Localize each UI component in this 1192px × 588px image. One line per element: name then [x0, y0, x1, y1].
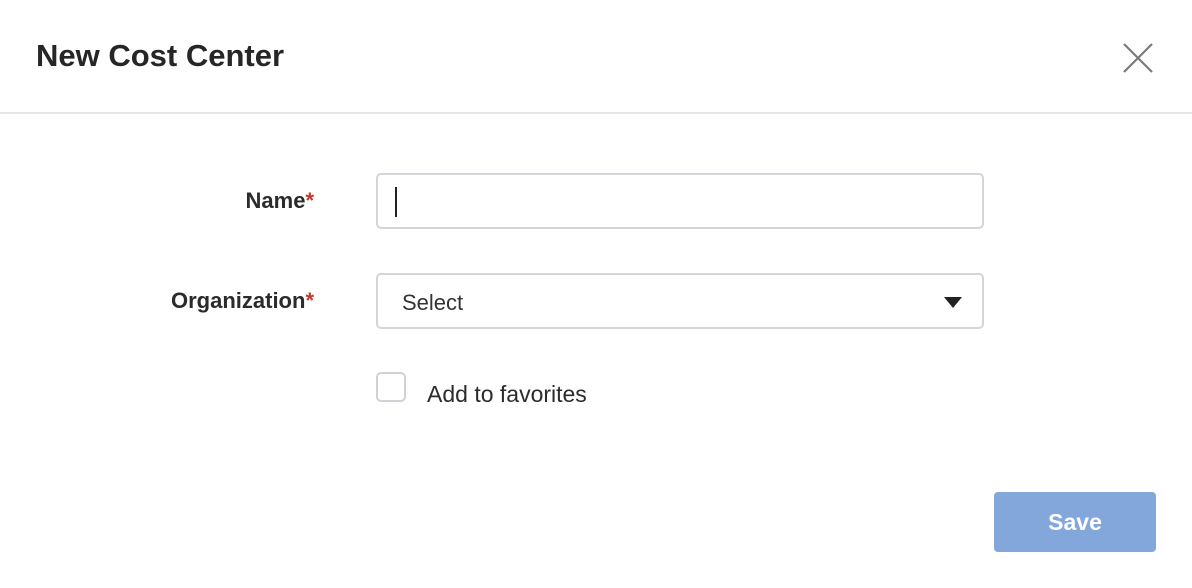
name-input[interactable] — [376, 173, 984, 229]
dialog-header: New Cost Center — [0, 0, 1192, 114]
save-button[interactable]: Save — [994, 492, 1156, 552]
close-icon — [1123, 43, 1153, 73]
name-label: Name* — [246, 188, 314, 214]
text-cursor — [395, 187, 397, 217]
required-mark: * — [305, 188, 314, 213]
organization-selected-value: Select — [402, 290, 464, 315]
favorites-checkbox[interactable] — [376, 372, 406, 402]
organization-label: Organization* — [171, 288, 314, 314]
favorites-label[interactable]: Add to favorites — [427, 381, 587, 408]
organization-label-text: Organization — [170, 288, 306, 313]
dialog-title: New Cost Center — [36, 38, 285, 73]
caret-down-icon — [944, 297, 962, 308]
name-label-text: Name — [245, 188, 306, 213]
required-mark: * — [305, 288, 314, 313]
organization-select[interactable]: Select — [376, 273, 984, 329]
close-button[interactable] — [1120, 40, 1156, 76]
